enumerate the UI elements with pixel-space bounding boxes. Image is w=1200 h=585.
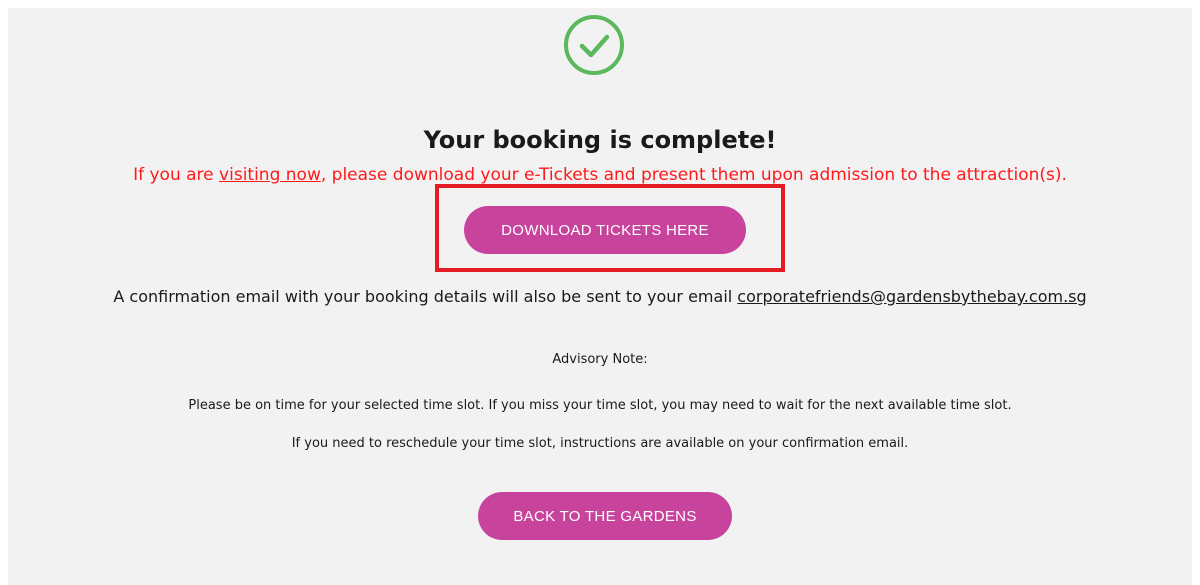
- notice-prefix: If you are: [133, 165, 220, 185]
- advisory-title: Advisory Note:: [552, 352, 648, 367]
- confirmation-email-text: A confirmation email with your booking d…: [0, 287, 1200, 306]
- page-title: Your booking is complete!: [423, 126, 777, 154]
- email-address-link[interactable]: corporatefriends@gardensbythebay.com.sg: [737, 287, 1086, 306]
- email-text: A confirmation email with your booking d…: [113, 287, 738, 306]
- visiting-notice: If you are visiting now, please download…: [0, 165, 1200, 185]
- back-to-gardens-button[interactable]: BACK TO THE GARDENS: [478, 492, 732, 540]
- visiting-now-link[interactable]: visiting now: [219, 165, 321, 185]
- check-circle-icon: [564, 15, 624, 75]
- advisory-line-timeslot: Please be on time for your selected time…: [188, 398, 1012, 413]
- download-tickets-button[interactable]: DOWNLOAD TICKETS HERE: [464, 206, 746, 254]
- notice-suffix: , please download your e-Tickets and pre…: [320, 165, 1067, 185]
- advisory-line-reschedule: If you need to reschedule your time slot…: [291, 436, 909, 451]
